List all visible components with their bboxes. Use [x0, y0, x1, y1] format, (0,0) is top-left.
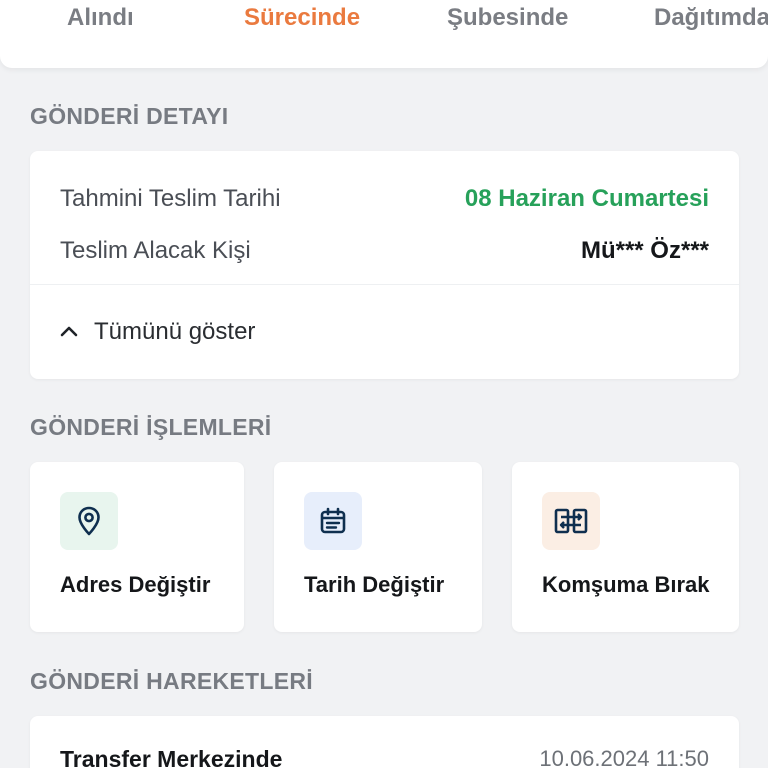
tab-received[interactable]: Alındı [67, 4, 134, 32]
tab-in-delivery[interactable]: Dağıtımda [654, 4, 768, 32]
shipment-detail-title: GÖNDERİ DETAYI [30, 103, 229, 129]
recipient-value: Mü*** Öz*** [580, 237, 709, 264]
tab-in-process[interactable]: Sürecinde [244, 4, 360, 32]
recipient-label: Teslim Alacak Kişi [60, 237, 251, 264]
show-all-toggle[interactable]: Tümünü göster [58, 315, 255, 349]
shipment-detail-card: Tahmini Teslim Tarihi 08 Haziran Cumarte… [30, 151, 739, 379]
movement-time: 10.06.2024 11:50 [539, 746, 709, 768]
status-tabs: Alındı Sürecinde Şubesinde Dağıtımda [0, 0, 768, 68]
leave-with-neighbor-button[interactable]: Komşuma Bırak [512, 462, 739, 632]
recipient-row: Teslim Alacak Kişi Mü*** Öz*** [60, 234, 709, 268]
chevron-up-icon [60, 326, 78, 337]
tab-at-branch[interactable]: Şubesinde [447, 4, 568, 32]
movement-title: Transfer Merkezinde [60, 746, 283, 768]
leave-with-neighbor-label: Komşuma Bırak [542, 572, 710, 597]
divider [30, 284, 739, 285]
handover-icon [542, 492, 600, 550]
change-date-label: Tarih Değiştir [304, 572, 445, 597]
change-address-label: Adres Değiştir [60, 572, 211, 597]
change-date-button[interactable]: Tarih Değiştir [274, 462, 482, 632]
location-pin-icon [60, 492, 118, 550]
show-all-label: Tümünü göster [94, 318, 256, 345]
estimated-delivery-row: Tahmini Teslim Tarihi 08 Haziran Cumarte… [60, 182, 709, 216]
shipment-movements-title: GÖNDERİ HAREKETLERİ [30, 668, 313, 694]
estimated-delivery-value: 08 Haziran Cumartesi [464, 185, 709, 212]
movement-item[interactable]: Transfer Merkezinde 10.06.2024 11:50 [30, 716, 739, 768]
estimated-delivery-label: Tahmini Teslim Tarihi [60, 185, 281, 212]
change-address-button[interactable]: Adres Değiştir [30, 462, 244, 632]
shipment-actions-title: GÖNDERİ İŞLEMLERİ [30, 414, 272, 440]
calendar-icon [304, 492, 362, 550]
